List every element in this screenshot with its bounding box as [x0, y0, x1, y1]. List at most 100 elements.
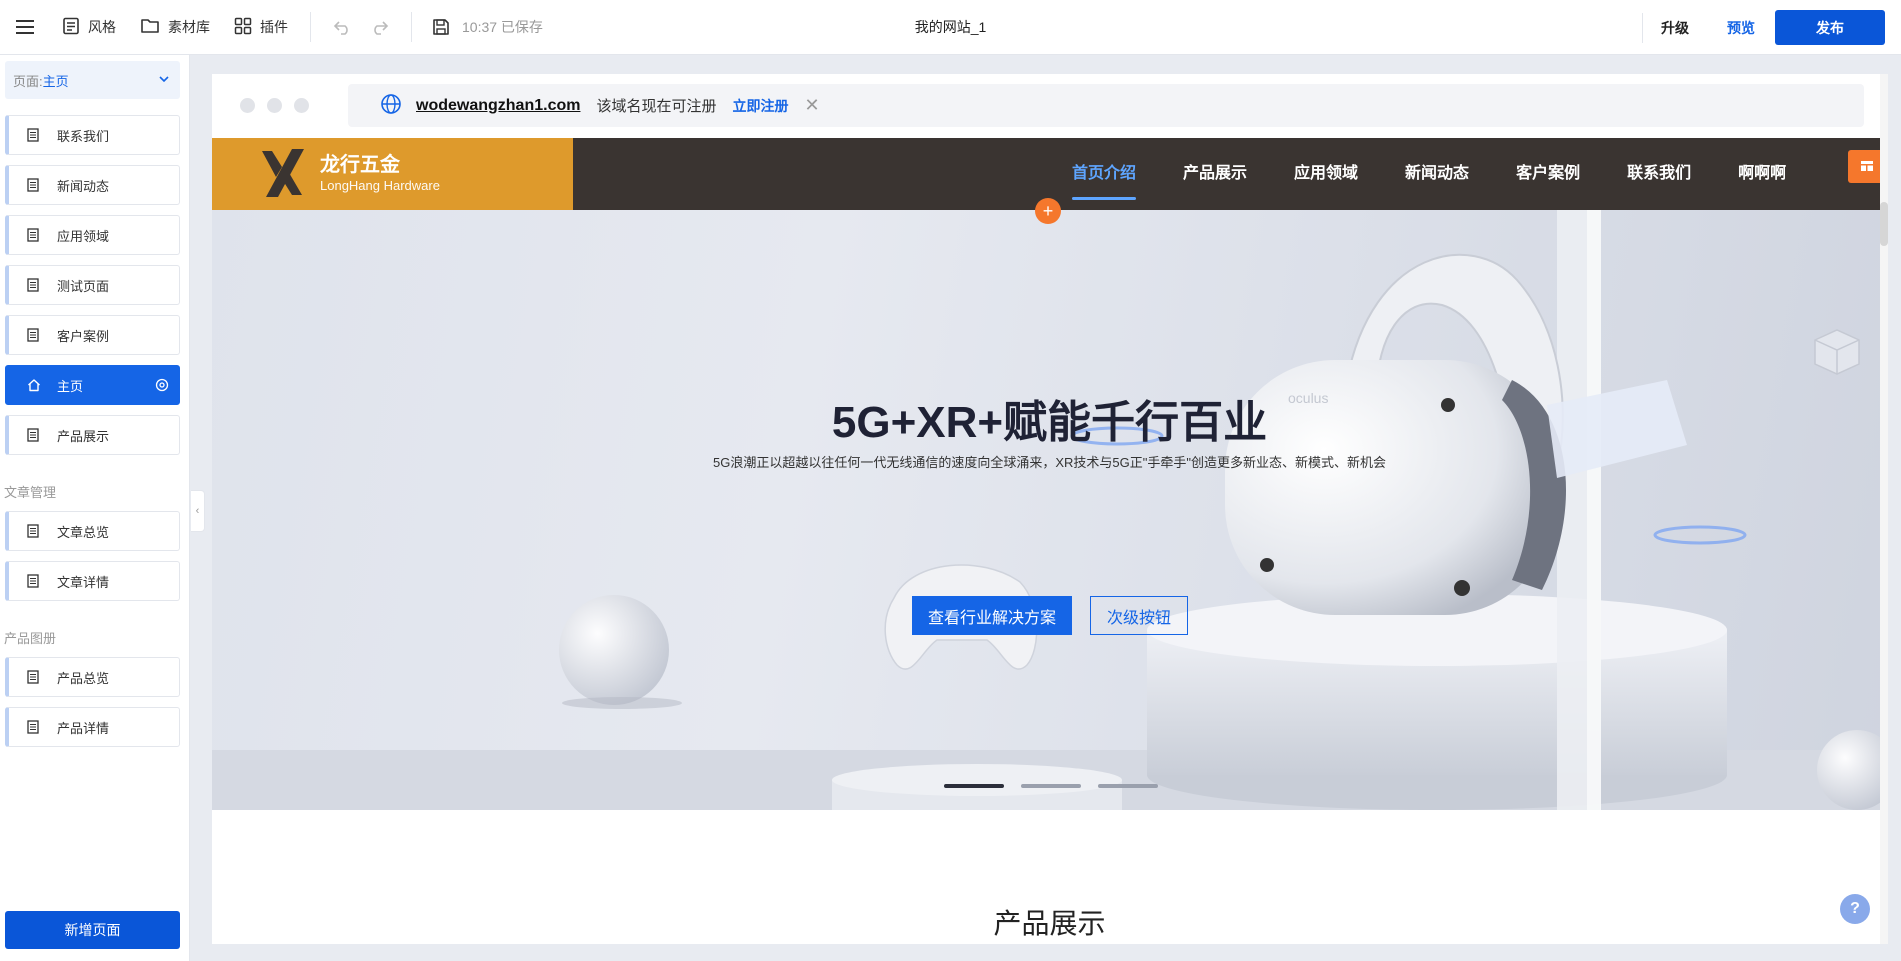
- style-button[interactable]: 风格: [50, 0, 128, 55]
- nav-item-products[interactable]: 产品展示: [1183, 138, 1247, 210]
- sidebar-item-article-overview[interactable]: 文章总览: [5, 511, 180, 551]
- nav-item-contact[interactable]: 联系我们: [1627, 138, 1691, 210]
- page-icon: [27, 328, 41, 342]
- toolbar-divider: [310, 12, 311, 42]
- sidebar-item-label: 产品总览: [57, 670, 110, 686]
- sidebar-item-cases[interactable]: 客户案例: [5, 315, 180, 355]
- sidebar-item-label: 应用领域: [57, 228, 110, 244]
- folder-icon: [140, 17, 160, 38]
- window-dot: [240, 98, 255, 113]
- chevron-left-icon: ‹: [195, 505, 200, 517]
- add-section-button[interactable]: +: [1035, 198, 1061, 224]
- sidebar-item-label: 产品展示: [57, 428, 110, 444]
- document-icon: [62, 17, 80, 38]
- sidebar-item-home[interactable]: 主页: [5, 365, 180, 405]
- page-selector-value: 主页: [42, 73, 69, 89]
- plugins-button[interactable]: 插件: [222, 0, 300, 55]
- settings-icon[interactable]: [155, 378, 169, 395]
- menu-icon[interactable]: [0, 0, 50, 55]
- browser-bar: wodewangzhan1.com 该域名现在可注册 立即注册 ✕: [212, 74, 1888, 138]
- page-icon: [27, 278, 41, 292]
- window-dot: [267, 98, 282, 113]
- pages-sidebar: 页面: 主页 联系我们 新闻动态 应用领域 测试页面 客户案例 主页 产品展示 …: [0, 55, 190, 961]
- publish-button[interactable]: 发布: [1775, 10, 1885, 45]
- secondary-button[interactable]: 次级按钮: [1090, 596, 1188, 635]
- globe-icon: [380, 93, 402, 118]
- style-label: 风格: [88, 19, 116, 35]
- undo-icon[interactable]: [321, 0, 365, 55]
- page-icon: [27, 720, 41, 734]
- nav-item-news[interactable]: 新闻动态: [1405, 138, 1469, 210]
- logo-subname: LongHang Hardware: [320, 178, 440, 193]
- assets-label: 素材库: [168, 19, 210, 35]
- page-icon: [27, 670, 41, 684]
- hero-banner: oculus 5G+XR+赋能千行百业 5G浪潮正以超越以往任何一代无线通信的速…: [212, 210, 1888, 810]
- sidebar-item-article-detail[interactable]: 文章详情: [5, 561, 180, 601]
- hero-subtitle: 5G浪潮正以超越以往任何一代无线通信的速度向全球涌来，XR技术与5G正"手牵手"…: [713, 455, 1386, 470]
- page-selector[interactable]: 页面: 主页: [5, 61, 180, 99]
- register-link[interactable]: 立即注册: [732, 96, 788, 116]
- save-icon[interactable]: [422, 0, 454, 55]
- chevron-down-icon: [158, 73, 170, 88]
- sidebar-item-news[interactable]: 新闻动态: [5, 165, 180, 205]
- nav-item-home[interactable]: 首页介绍: [1072, 138, 1137, 210]
- sidebar-item-product-overview[interactable]: 产品总览: [5, 657, 180, 697]
- page-icon: [27, 178, 41, 192]
- sidebar-collapse-handle[interactable]: ‹: [191, 490, 205, 532]
- save-status: 10:37 已保存: [462, 19, 543, 35]
- canvas-scrollbar[interactable]: [1880, 74, 1888, 944]
- carousel-dot[interactable]: [1098, 784, 1158, 788]
- toolbar-divider: [411, 12, 412, 42]
- sidebar-item-label: 文章总览: [57, 524, 110, 540]
- home-icon: [27, 378, 41, 392]
- logo-mark-icon: [260, 147, 306, 202]
- logo-text: 龙行五金 LongHang Hardware: [320, 153, 440, 195]
- redo-icon[interactable]: [365, 0, 401, 55]
- assets-button[interactable]: 素材库: [128, 0, 222, 55]
- window-dot: [294, 98, 309, 113]
- page-selector-prefix: 页面:: [13, 73, 43, 89]
- nav-item-applications[interactable]: 应用领域: [1294, 138, 1358, 210]
- scrollbar-thumb[interactable]: [1880, 202, 1888, 246]
- help-button[interactable]: ?: [1840, 894, 1870, 924]
- page-icon: [27, 128, 41, 142]
- site-logo[interactable]: 龙行五金 LongHang Hardware: [212, 138, 573, 210]
- close-icon[interactable]: ✕: [804, 95, 819, 116]
- nav-item-extra[interactable]: 啊啊啊: [1738, 138, 1786, 210]
- sidebar-item-label: 新闻动态: [57, 178, 110, 194]
- site-nav: 首页介绍 产品展示 应用领域 新闻动态 客户案例 联系我们 啊啊啊: [1072, 138, 1833, 210]
- sidebar-item-label: 产品详情: [57, 720, 110, 736]
- domain-bar: wodewangzhan1.com 该域名现在可注册 立即注册 ✕: [348, 84, 1864, 127]
- article-section-label: 文章管理: [4, 485, 57, 500]
- toolbar-actions: 升级 预览 发布: [1642, 0, 1885, 55]
- preview-button[interactable]: 预览: [1707, 18, 1775, 38]
- carousel-dot[interactable]: [1021, 784, 1081, 788]
- page-icon: [27, 228, 41, 242]
- page-icon: [27, 574, 41, 588]
- add-page-button[interactable]: 新增页面: [5, 911, 180, 949]
- sidebar-item-label: 文章详情: [57, 574, 110, 590]
- grid-icon: [234, 17, 252, 38]
- sidebar-item-label: 客户案例: [57, 328, 110, 344]
- products-section-title: 产品展示: [993, 908, 1106, 939]
- sidebar-item-products[interactable]: 产品展示: [5, 415, 180, 455]
- product-section-label: 产品图册: [4, 631, 57, 646]
- solutions-button[interactable]: 查看行业解决方案: [912, 596, 1072, 635]
- nav-item-cases[interactable]: 客户案例: [1516, 138, 1580, 210]
- hero-title: 5G+XR+赋能千行百业: [831, 398, 1268, 447]
- domain-link[interactable]: wodewangzhan1.com: [416, 97, 580, 115]
- carousel-dot[interactable]: [944, 784, 1004, 788]
- editor-canvas: wodewangzhan1.com 该域名现在可注册 立即注册 ✕ 龙行五金 L…: [212, 74, 1888, 944]
- sidebar-item-test[interactable]: 测试页面: [5, 265, 180, 305]
- upgrade-button[interactable]: 升级: [1642, 12, 1707, 43]
- plugins-label: 插件: [260, 19, 288, 35]
- sidebar-item-product-detail[interactable]: 产品详情: [5, 707, 180, 747]
- sidebar-item-applications[interactable]: 应用领域: [5, 215, 180, 255]
- top-toolbar: 风格 素材库 插件 10:37 已保存 我的网站_1 升级 预览 发布: [0, 0, 1901, 55]
- page-icon: [27, 524, 41, 538]
- logo-name: 龙行五金: [320, 154, 400, 176]
- sidebar-item-contact[interactable]: 联系我们: [5, 115, 180, 155]
- layout-icon: [1860, 159, 1874, 175]
- sidebar-item-label: 测试页面: [57, 278, 110, 294]
- domain-note: 该域名现在可注册: [596, 98, 717, 115]
